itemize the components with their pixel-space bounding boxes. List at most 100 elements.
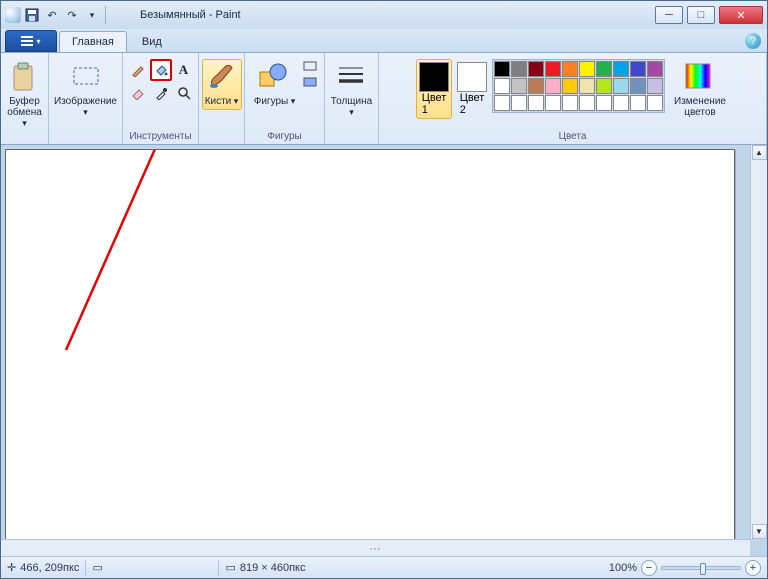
color-swatch[interactable] (545, 78, 561, 94)
clipboard-label: Буфер обмена (7, 96, 42, 129)
size-label: Толщина (331, 96, 372, 118)
maximize-button[interactable]: □ (687, 6, 715, 24)
color-swatch[interactable] (630, 95, 646, 111)
help-button[interactable]: ? (745, 33, 761, 49)
scroll-down-icon[interactable]: ▼ (752, 524, 767, 539)
color-swatch[interactable] (528, 95, 544, 111)
group-brushes: Кисти (199, 53, 245, 144)
hscroll-grip-icon: ⋯ (370, 542, 382, 555)
pencil-tool[interactable] (127, 59, 149, 81)
size-icon (336, 62, 368, 94)
color-swatch[interactable] (511, 78, 527, 94)
dimensions-text: 819 × 460пкс (240, 562, 306, 574)
group-colors-label: Цвета (383, 130, 762, 144)
ribbon-tabs: ▾ Главная Вид ? (1, 29, 767, 53)
group-tools-label: Инструменты (127, 130, 194, 144)
group-image-label (53, 130, 118, 144)
color-swatch[interactable] (511, 61, 527, 77)
group-size-label (329, 130, 374, 144)
edit-colors-icon (684, 62, 716, 94)
color-swatch[interactable] (545, 61, 561, 77)
color-swatch[interactable] (528, 78, 544, 94)
shapes-button[interactable]: Фигуры (251, 59, 299, 110)
color-swatch[interactable] (562, 95, 578, 111)
file-menu-button[interactable]: ▾ (5, 30, 57, 52)
status-dimensions: ▭ 819 × 460пкс (225, 561, 305, 574)
tab-home[interactable]: Главная (59, 31, 127, 52)
group-colors: Цвет 1 Цвет 2 Изменение цветов Цвета (379, 53, 767, 144)
select-button[interactable]: Изображение (51, 59, 120, 121)
status-bar: ✛ 466, 209пкс ▭ ▭ 819 × 460пкс 100% − + (1, 556, 767, 578)
color-swatch[interactable] (647, 95, 663, 111)
shapes-label: Фигуры (254, 96, 296, 107)
dimensions-icon: ▭ (225, 561, 235, 574)
cursor-icon: ✛ (7, 561, 16, 574)
shape-outline-button[interactable] (302, 59, 318, 73)
minimize-button[interactable]: ─ (655, 6, 683, 24)
color-swatch[interactable] (630, 78, 646, 94)
group-clipboard: Буфер обмена (1, 53, 49, 144)
status-zoom: 100% − + (609, 560, 761, 576)
magnifier-tool[interactable] (173, 82, 195, 104)
color-swatch[interactable] (494, 61, 510, 77)
tab-view[interactable]: Вид (129, 31, 175, 52)
scroll-up-icon[interactable]: ▲ (752, 145, 767, 160)
size-button[interactable]: Толщина (328, 59, 375, 121)
qat-redo-icon[interactable]: ↷ (63, 6, 81, 24)
color-swatch[interactable] (562, 78, 578, 94)
color2-button[interactable]: Цвет 2 (454, 59, 490, 119)
edit-colors-button[interactable]: Изменение цветов (671, 59, 729, 121)
color-swatch[interactable] (545, 95, 561, 111)
color-swatch[interactable] (647, 78, 663, 94)
color-swatch[interactable] (494, 78, 510, 94)
zoom-out-button[interactable]: − (641, 560, 657, 576)
select-label: Изображение (54, 96, 117, 118)
color-swatch[interactable] (596, 61, 612, 77)
color-swatch[interactable] (596, 95, 612, 111)
picker-tool[interactable] (150, 82, 172, 104)
shape-options (302, 59, 318, 89)
title-bar: ↶ ↷ ▾ Безымянный - Paint ─ □ ✕ (1, 1, 767, 29)
color-swatch[interactable] (579, 95, 595, 111)
zoom-thumb[interactable] (700, 563, 706, 575)
brushes-button[interactable]: Кисти (202, 59, 242, 110)
clipboard-button[interactable]: Буфер обмена (4, 59, 45, 132)
menu-icon (21, 36, 33, 46)
select-icon (70, 62, 102, 94)
color1-well (419, 62, 449, 92)
color-swatch[interactable] (596, 78, 612, 94)
zoom-slider[interactable] (661, 566, 741, 570)
canvas[interactable] (5, 149, 735, 549)
close-button[interactable]: ✕ (719, 6, 763, 24)
color1-button[interactable]: Цвет 1 (416, 59, 452, 119)
color-swatch[interactable] (511, 95, 527, 111)
qat-customize-icon[interactable]: ▾ (83, 6, 101, 24)
qat-save-icon[interactable] (23, 6, 41, 24)
zoom-in-button[interactable]: + (745, 560, 761, 576)
horizontal-scrollbar[interactable]: ⋯ (1, 539, 750, 556)
color-swatch[interactable] (613, 78, 629, 94)
tool-grid: A (127, 59, 195, 104)
color-swatch[interactable] (494, 95, 510, 111)
qat-undo-icon[interactable]: ↶ (43, 6, 61, 24)
color-swatch[interactable] (613, 61, 629, 77)
shape-fill-button[interactable] (302, 75, 318, 89)
vertical-scrollbar[interactable]: ▲ ▼ (750, 145, 767, 539)
selection-icon: ▭ (92, 561, 102, 574)
brush-icon (206, 62, 238, 94)
color-swatch[interactable] (647, 61, 663, 77)
group-image: Изображение (49, 53, 123, 144)
eraser-tool[interactable] (127, 82, 149, 104)
color-swatch[interactable] (562, 61, 578, 77)
color-swatch[interactable] (579, 78, 595, 94)
text-tool[interactable]: A (173, 59, 195, 81)
fill-tool[interactable] (150, 59, 172, 81)
group-tools: A Инструменты (123, 53, 199, 144)
color-swatch[interactable] (528, 61, 544, 77)
color-swatch[interactable] (613, 95, 629, 111)
ribbon: Буфер обмена Изображение A (1, 53, 767, 145)
group-shapes: Фигуры Фигуры (245, 53, 325, 144)
color-swatch[interactable] (579, 61, 595, 77)
paint-window: ↶ ↷ ▾ Безымянный - Paint ─ □ ✕ ▾ Главная… (0, 0, 768, 579)
color-swatch[interactable] (630, 61, 646, 77)
